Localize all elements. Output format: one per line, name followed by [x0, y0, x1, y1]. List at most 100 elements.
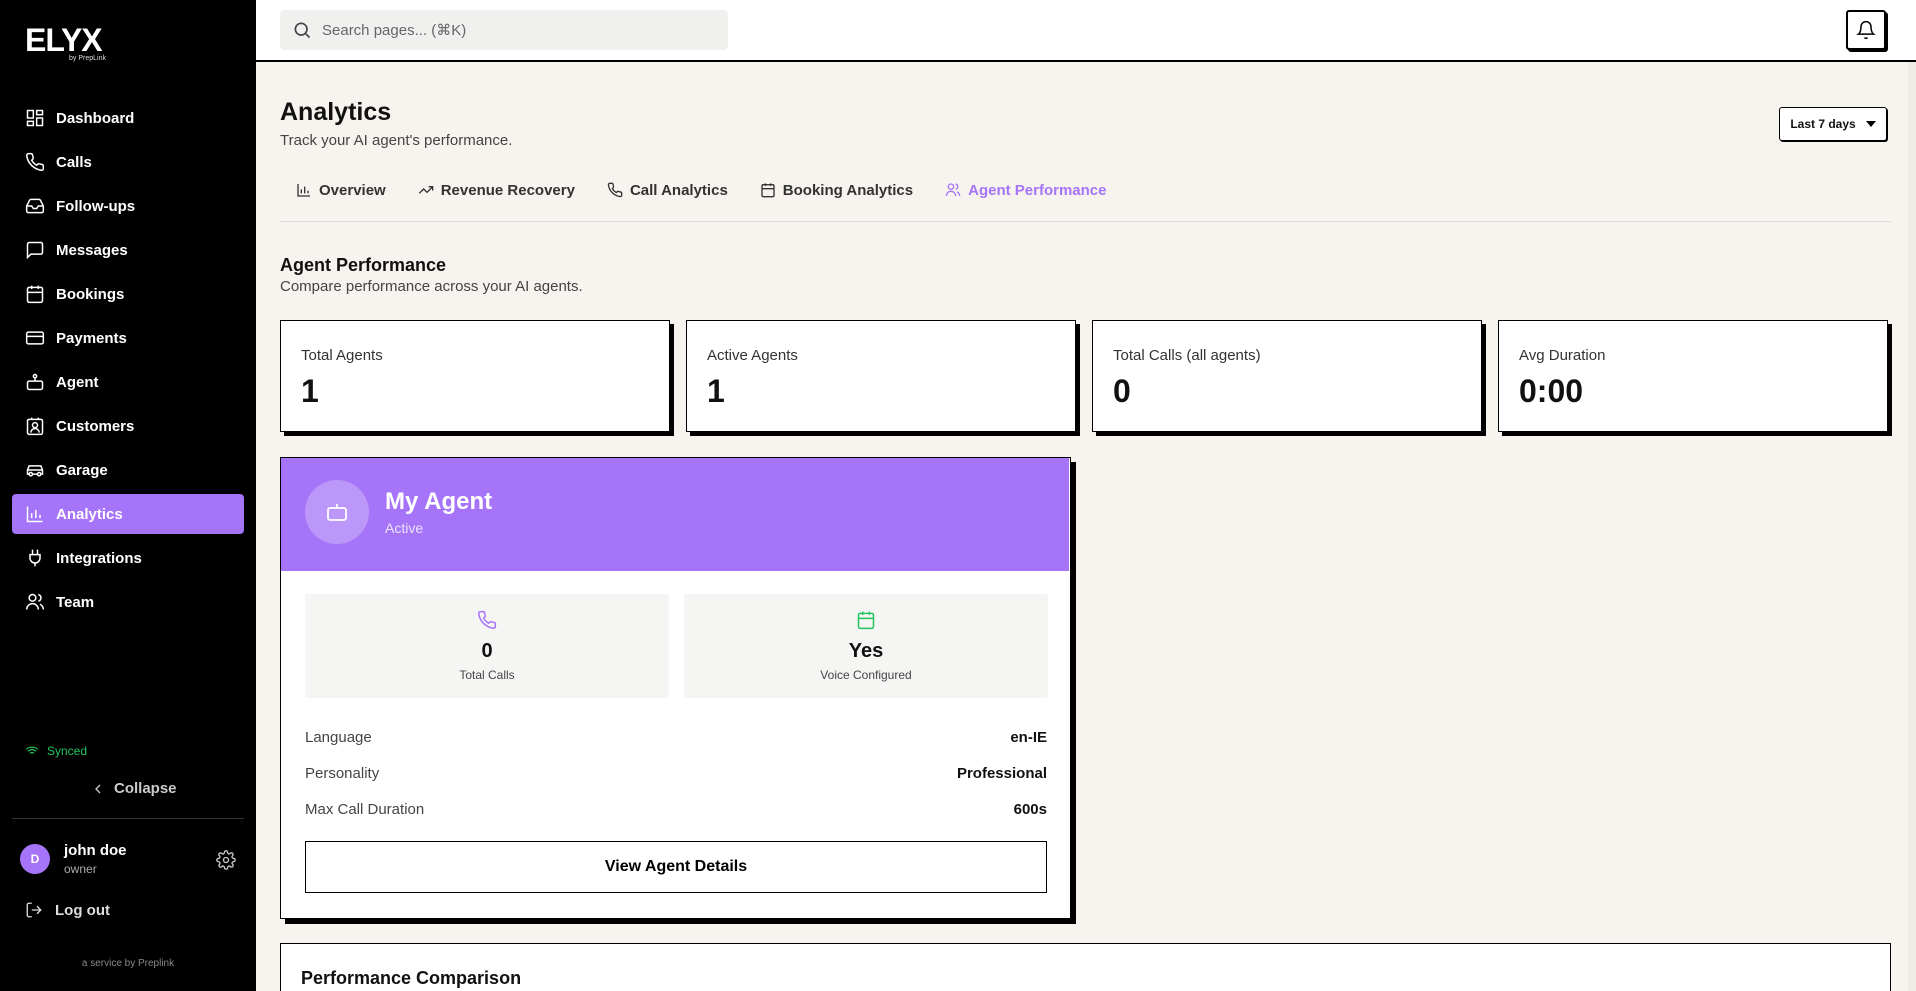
date-range-label: Last 7 days: [1790, 117, 1856, 131]
gear-icon[interactable]: [216, 850, 236, 870]
sidebar-nav: Dashboard Calls Follow-ups Messages Book…: [12, 98, 244, 626]
collapse-button[interactable]: Collapse: [90, 780, 177, 797]
inbox-icon: [25, 198, 45, 214]
agent-detail-row: Personality Professional: [305, 765, 1047, 785]
agent-detail-row: Max Call Duration 600s: [305, 801, 1047, 821]
topbar: [256, 0, 1916, 62]
stat-value: 0: [1113, 373, 1131, 409]
tab-label: Agent Performance: [968, 181, 1107, 199]
agent-metric-total-calls: 0 Total Calls: [305, 594, 669, 698]
grid-icon: [26, 109, 44, 127]
agent-status: Active: [385, 520, 424, 536]
stat-card-total-calls: Total Calls (all agents) 0: [1092, 320, 1482, 432]
stat-label: Total Agents: [301, 347, 383, 364]
avatar: D: [20, 844, 50, 874]
bot-icon: [26, 373, 44, 391]
metric-label: Total Calls: [459, 668, 515, 682]
detail-label: Max Call Duration: [305, 801, 425, 818]
users-icon: [25, 593, 45, 610]
phone-icon: [478, 610, 497, 629]
stat-label: Total Calls (all agents): [1113, 347, 1261, 364]
view-agent-details-button[interactable]: View Agent Details: [305, 841, 1047, 893]
plug-icon: [29, 549, 41, 567]
page-title: Analytics: [280, 98, 392, 126]
detail-value: Professional: [956, 765, 1047, 782]
user-profile[interactable]: D john doe owner: [20, 842, 240, 876]
date-range-select[interactable]: Last 7 days: [1779, 107, 1887, 141]
sidebar-item-garage[interactable]: Garage: [12, 450, 244, 490]
agent-metric-voice-configured: Yes Voice Configured: [684, 594, 1048, 698]
bell-icon: [1856, 20, 1876, 40]
tab-agent-performance[interactable]: Agent Performance: [929, 174, 1122, 206]
logo[interactable]: ELYX by PrepLink: [25, 22, 106, 62]
logo-text: ELYX: [25, 22, 103, 58]
chevron-left-icon: [95, 784, 101, 793]
sidebar-item-label: Dashboard: [56, 109, 135, 127]
stat-value: 0:00: [1519, 373, 1584, 409]
page-scrollbar[interactable]: [1908, 62, 1916, 991]
tab-booking-analytics[interactable]: Booking Analytics: [744, 174, 929, 206]
sidebar-item-follow-ups[interactable]: Follow-ups: [12, 186, 244, 226]
message-icon: [26, 241, 44, 260]
tab-call-analytics[interactable]: Call Analytics: [591, 174, 744, 206]
sidebar-item-label: Payments: [56, 329, 127, 347]
sidebar-item-label: Calls: [56, 153, 92, 171]
trending-up-icon: [418, 186, 434, 194]
section-subtitle: Compare performance across your AI agent…: [280, 278, 583, 295]
sidebar-item-dashboard[interactable]: Dashboard: [12, 98, 244, 138]
sidebar-item-label: Messages: [56, 241, 128, 259]
sidebar-item-messages[interactable]: Messages: [12, 230, 244, 270]
stat-label: Active Agents: [707, 347, 798, 364]
sidebar-item-label: Integrations: [56, 549, 142, 567]
metric-label: Voice Configured: [820, 668, 912, 682]
performance-comparison-title: Performance Comparison: [301, 968, 522, 988]
service-note: a service by Preplink: [81, 958, 175, 969]
section-title: Agent Performance: [280, 255, 447, 275]
stat-value: 1: [707, 373, 725, 409]
user-name: john doe: [64, 842, 127, 859]
sidebar-item-customers[interactable]: Customers: [12, 406, 244, 446]
bot-icon: [327, 504, 347, 521]
search-box[interactable]: [280, 10, 728, 50]
stat-value: 1: [301, 373, 319, 409]
main-content: Analytics Track your AI agent's performa…: [256, 62, 1916, 991]
calendar-icon: [26, 285, 44, 304]
tab-revenue-recovery[interactable]: Revenue Recovery: [402, 174, 591, 206]
sidebar-item-agent[interactable]: Agent: [12, 362, 244, 402]
logout-button[interactable]: Log out: [25, 901, 110, 919]
tab-overview[interactable]: Overview: [280, 174, 402, 206]
sidebar-item-team[interactable]: Team: [12, 582, 244, 622]
users-icon: [945, 183, 961, 197]
sidebar-item-analytics[interactable]: Analytics: [12, 494, 244, 534]
metric-value: 0: [481, 640, 493, 662]
contact-icon: [26, 417, 44, 436]
tab-label: Overview: [319, 181, 386, 199]
sidebar-item-label: Customers: [56, 417, 135, 435]
sidebar-item-label: Garage: [56, 461, 108, 479]
detail-value: 600s: [1013, 801, 1047, 818]
logo-subtitle: by PrepLink: [69, 55, 106, 62]
sidebar-item-bookings[interactable]: Bookings: [12, 274, 244, 314]
search-icon: [294, 22, 311, 39]
sidebar-item-calls[interactable]: Calls: [12, 142, 244, 182]
stat-label: Avg Duration: [1519, 347, 1606, 364]
calendar-icon: [857, 611, 875, 630]
sidebar-item-payments[interactable]: Payments: [12, 318, 244, 358]
agent-card: My Agent Active 0 Total Calls Yes Voice …: [280, 457, 1071, 919]
tab-label: Revenue Recovery: [440, 181, 575, 199]
sidebar: ELYX by PrepLink Dashboard Calls Follow-…: [0, 0, 256, 991]
detail-label: Language: [305, 729, 372, 746]
notifications-button[interactable]: [1846, 10, 1886, 50]
logout-label: Log out: [55, 901, 110, 919]
calendar-icon: [761, 183, 775, 198]
performance-comparison-card: Performance Comparison: [280, 943, 1891, 991]
detail-label: Personality: [305, 765, 380, 782]
caret-down-icon: [1865, 121, 1876, 127]
stat-card-total-agents: Total Agents 1: [280, 320, 670, 432]
sidebar-item-integrations[interactable]: Integrations: [12, 538, 244, 578]
search-input[interactable]: [322, 21, 702, 39]
agent-name: My Agent: [385, 488, 493, 515]
bar-chart-icon: [26, 506, 43, 523]
sync-status-label: Synced: [47, 744, 88, 758]
agent-detail-row: Language en-IE: [305, 729, 1047, 749]
